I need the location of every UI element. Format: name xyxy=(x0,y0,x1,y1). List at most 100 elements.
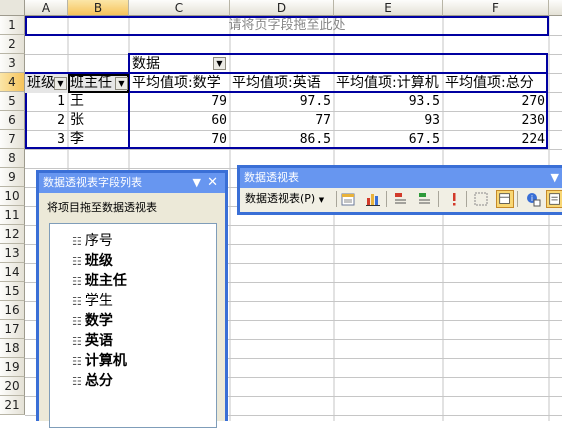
field-list-menu-icon[interactable]: ▼ xyxy=(193,173,201,193)
field-list-item-label: 英语 xyxy=(84,333,113,349)
row-header-10[interactable]: 10 xyxy=(0,187,25,206)
data-field-label[interactable]: 数据 xyxy=(130,55,210,73)
english-average-cell[interactable]: 77 xyxy=(230,111,334,130)
show-detail-icon[interactable] xyxy=(416,190,434,208)
data-header-computer[interactable]: 平均值项:计算机 xyxy=(334,74,443,93)
field-list-item-label: 班级 xyxy=(84,253,113,269)
field-list-instruction: 将项目拖至数据透视表 xyxy=(47,201,157,214)
field-list-item-label: 计算机 xyxy=(84,353,127,369)
field-icon: ☷ xyxy=(72,375,82,388)
data-header-english[interactable]: 平均值项:英语 xyxy=(230,74,334,93)
pivot-table-toolbar[interactable]: 数据透视表 ▼ 数据透视表(P) ▼ i xyxy=(237,165,562,215)
svg-text:i: i xyxy=(531,194,533,203)
row-header-19[interactable]: 19 xyxy=(0,358,25,377)
field-list-item-label: 学生 xyxy=(84,293,113,309)
row-header-17[interactable]: 17 xyxy=(0,320,25,339)
toolbar-title: 数据透视表 xyxy=(244,171,299,184)
field-list-item[interactable]: ☷ 学生 xyxy=(72,290,113,310)
toolbar-menu-icon[interactable]: ▼ xyxy=(551,168,559,188)
english-average-cell[interactable]: 97.5 xyxy=(230,92,334,111)
row-header-12[interactable]: 12 xyxy=(0,225,25,244)
teacher-cell[interactable]: 王 xyxy=(68,92,129,111)
toolbar-separator-3 xyxy=(438,191,439,207)
row-header-4[interactable]: 4 xyxy=(0,73,25,92)
row-header-7[interactable]: 7 xyxy=(0,130,25,149)
page-field-drop-zone[interactable]: 请将页字段拖至此处 xyxy=(27,17,547,35)
field-settings-icon[interactable]: i xyxy=(524,190,542,208)
row-header-6[interactable]: 6 xyxy=(0,111,25,130)
row-header-3[interactable]: 3 xyxy=(0,54,25,73)
row-header-1[interactable]: 1 xyxy=(0,16,25,35)
row-header-5[interactable]: 5 xyxy=(0,92,25,111)
class-cell[interactable]: 2 xyxy=(25,111,68,130)
field-list-item[interactable]: ☷ 英语 xyxy=(72,330,113,350)
toolbar-separator-4 xyxy=(466,191,467,207)
field-list-item[interactable]: ☷ 序号 xyxy=(72,230,113,250)
field-icon: ☷ xyxy=(72,275,82,288)
include-hidden-items-icon[interactable] xyxy=(472,190,490,208)
english-average-cell[interactable]: 86.5 xyxy=(230,130,334,149)
teacher-cell[interactable]: 张 xyxy=(68,111,129,130)
class-cell[interactable]: 1 xyxy=(25,92,68,111)
field-list-item-label: 班主任 xyxy=(84,273,127,289)
total-average-cell[interactable]: 270 xyxy=(443,92,548,111)
field-list-item[interactable]: ☷ 班主任 xyxy=(72,270,127,290)
row-header-11[interactable]: 11 xyxy=(0,206,25,225)
row-header-14[interactable]: 14 xyxy=(0,263,25,282)
teacher-field-dropdown-icon[interactable]: ▼ xyxy=(115,77,128,90)
field-list-item-label: 总分 xyxy=(84,373,113,389)
field-list-item-label: 数学 xyxy=(84,313,113,329)
row-header-21[interactable]: 21 xyxy=(0,396,25,415)
pivot-table-menu-button[interactable]: 数据透视表(P) ▼ xyxy=(245,190,324,209)
row-header-13[interactable]: 13 xyxy=(0,244,25,263)
total-average-cell[interactable]: 224 xyxy=(443,130,548,149)
field-list-item[interactable]: ☷ 数学 xyxy=(72,310,113,330)
row-header-9[interactable]: 9 xyxy=(0,168,25,187)
field-list-title: 数据透视表字段列表 xyxy=(43,176,142,189)
field-icon: ☷ xyxy=(72,355,82,368)
pivot-table-menu-label: 数据透视表(P) xyxy=(245,192,316,205)
toolbar-separator xyxy=(336,191,337,207)
computer-average-cell[interactable]: 93 xyxy=(334,111,443,130)
math-average-cell[interactable]: 79 xyxy=(130,92,230,111)
toolbar-separator-2 xyxy=(386,191,387,207)
math-average-cell[interactable]: 60 xyxy=(130,111,230,130)
pivot-menu-dropdown-icon: ▼ xyxy=(318,196,325,204)
format-report-icon[interactable] xyxy=(340,190,358,208)
data-header-total[interactable]: 平均值项:总分 xyxy=(443,74,548,93)
computer-average-cell[interactable]: 93.5 xyxy=(334,92,443,111)
field-list-item-label: 序号 xyxy=(84,233,113,249)
pivot-field-list-panel[interactable]: 数据透视表字段列表 ▼ ✕ 将项目拖至数据透视表 ☷ 序号 ☷ 班级 ☷ 班主任 ☷ 学生 ☷ 数… xyxy=(36,170,228,428)
computer-average-cell[interactable]: 67.5 xyxy=(334,130,443,149)
chart-wizard-icon[interactable] xyxy=(364,190,382,208)
row-header-8[interactable]: 8 xyxy=(0,149,25,168)
field-list-close-icon[interactable]: ✕ xyxy=(207,173,218,193)
always-display-items-icon[interactable] xyxy=(496,190,514,208)
data-header-math[interactable]: 平均值项:数学 xyxy=(130,74,230,93)
row-header-15[interactable]: 15 xyxy=(0,282,25,301)
row-header-2[interactable]: 2 xyxy=(0,35,25,54)
field-icon: ☷ xyxy=(72,295,82,308)
hide-detail-icon[interactable] xyxy=(392,190,410,208)
field-icon: ☷ xyxy=(72,255,82,268)
field-list-item[interactable]: ☷ 班级 xyxy=(72,250,113,270)
row-header-18[interactable]: 18 xyxy=(0,339,25,358)
field-list-title-bar[interactable]: 数据透视表字段列表 ▼ ✕ xyxy=(39,173,225,193)
show-field-list-icon[interactable] xyxy=(546,190,562,208)
field-list-box[interactable]: ☷ 序号 ☷ 班级 ☷ 班主任 ☷ 学生 ☷ 数学 ☷ 英语 ☷ 计算机 ☷ 总分 xyxy=(49,223,217,428)
field-icon: ☷ xyxy=(72,235,82,248)
math-average-cell[interactable]: 70 xyxy=(130,130,230,149)
row-header-16[interactable]: 16 xyxy=(0,301,25,320)
class-cell[interactable]: 3 xyxy=(25,130,68,149)
field-list-item[interactable]: ☷ 计算机 xyxy=(72,350,127,370)
field-icon: ☷ xyxy=(72,315,82,328)
field-list-item[interactable]: ☷ 总分 xyxy=(72,370,113,390)
field-icon: ☷ xyxy=(72,335,82,348)
class-field-dropdown-icon[interactable]: ▼ xyxy=(54,77,67,90)
data-dropdown-icon[interactable]: ▼ xyxy=(213,57,226,70)
teacher-cell[interactable]: 李 xyxy=(68,130,129,149)
row-header-20[interactable]: 20 xyxy=(0,377,25,396)
refresh-data-icon[interactable] xyxy=(445,190,463,208)
total-average-cell[interactable]: 230 xyxy=(443,111,548,130)
toolbar-title-bar[interactable]: 数据透视表 ▼ xyxy=(240,168,562,188)
